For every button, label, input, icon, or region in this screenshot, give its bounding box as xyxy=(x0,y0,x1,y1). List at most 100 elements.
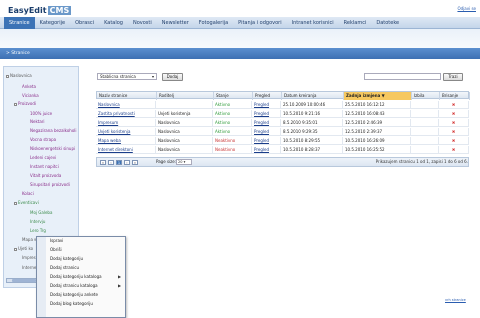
nav-tab-katalog[interactable]: Katalog xyxy=(99,17,128,29)
page-name-link[interactable]: Uvjeti koristenja xyxy=(96,128,156,136)
state-cell[interactable]: Aktivno xyxy=(213,101,252,109)
column-header-preview[interactable]: Pregled xyxy=(253,92,282,100)
tree-item[interactable]: Proizvodi xyxy=(14,101,36,106)
menu-item-add-blog-category[interactable]: Dodaj blog kategoriju xyxy=(50,300,93,308)
delete-icon[interactable]: ✖ xyxy=(439,137,469,145)
chevron-down-icon: ▾ xyxy=(151,74,154,79)
page-name-link[interactable]: Naslovnica xyxy=(96,101,156,109)
tree-item[interactable]: Ledeni cajevi xyxy=(30,155,56,160)
tree-item[interactable]: Ujeti ko xyxy=(14,246,33,251)
menu-item-add-catalog-category[interactable]: Dodaj kategoriju kataloga xyxy=(50,273,102,281)
page-name-link[interactable]: Internet direktoni xyxy=(96,146,156,154)
table-row: Naslovnica Aktivno Pregled 25.10.2009 10… xyxy=(96,101,469,109)
tree-item[interactable]: Kolaci xyxy=(22,191,34,196)
collapse-icon[interactable] xyxy=(14,201,17,205)
tree-item[interactable]: Intervju xyxy=(30,219,45,224)
menu-item-delete[interactable]: Obriši xyxy=(50,246,62,254)
last-page-button[interactable]: » xyxy=(132,160,138,165)
nav-tab-fotogalerija[interactable]: Fotogalerija xyxy=(194,17,233,29)
tree-item[interactable]: Niskoenergetski sinupi xyxy=(30,146,75,151)
search-input[interactable] xyxy=(364,73,441,80)
breadcrumb: > Stranice xyxy=(6,51,30,56)
expand-icon[interactable] xyxy=(14,247,17,251)
state-cell[interactable]: Aktivno xyxy=(213,110,252,118)
nav-tab-reklamci[interactable]: Reklamci xyxy=(339,17,372,29)
tree-item[interactable]: Lero Trg xyxy=(30,228,46,233)
tree-item[interactable]: Vitalt proizvoda xyxy=(30,173,61,178)
nav-tab-newsletter[interactable]: Newsletter xyxy=(157,17,194,29)
nav-tab-intranet[interactable]: Intranet korisnici xyxy=(287,17,339,29)
preview-link[interactable]: Pregled xyxy=(252,146,281,154)
nav-tab-obrasci[interactable]: Obrasci xyxy=(70,17,99,29)
first-page-button[interactable]: « xyxy=(100,160,106,165)
created-cell: 8.5.2010 9:35:01 xyxy=(281,119,343,127)
tree-item[interactable]: Vicianka xyxy=(22,93,39,98)
page-name-link[interactable]: Mapa weba xyxy=(96,137,156,145)
izbila-cell xyxy=(411,146,439,154)
page-number-button[interactable]: 1 xyxy=(116,160,122,165)
footer-link[interactable]: vrh stranice xyxy=(445,298,466,302)
collapse-icon[interactable] xyxy=(6,74,9,78)
menu-item-add-survey-category[interactable]: Dodaj kategoriju ankete xyxy=(50,291,98,299)
sidebar-scroll-thumb[interactable] xyxy=(12,279,36,282)
delete-icon[interactable]: ✖ xyxy=(439,101,469,109)
column-header-delete[interactable]: Brisanje xyxy=(440,92,470,100)
delete-icon[interactable]: ✖ xyxy=(439,146,469,154)
page-size-label: Page size: xyxy=(156,159,177,164)
delete-icon[interactable]: ✖ xyxy=(439,110,469,118)
izbila-cell xyxy=(411,101,439,109)
tree-item[interactable]: 100% juice xyxy=(30,111,52,116)
menu-item-add-catalog-page[interactable]: Dodaj stranicu kataloga xyxy=(50,282,98,290)
menu-item-add-category[interactable]: Dodaj kategoriju xyxy=(50,255,83,263)
preview-link[interactable]: Pregled xyxy=(252,137,281,145)
tree-item-naslovnica[interactable]: Naslovnica xyxy=(6,73,32,78)
state-cell[interactable]: Neaktivno xyxy=(213,137,252,145)
tree-item[interactable]: Eventicavi xyxy=(14,200,39,205)
nav-tab-novosti[interactable]: Novosti xyxy=(128,17,157,29)
tree-item[interactable]: Negazirana bezalkoholi xyxy=(30,128,77,133)
column-header-modified[interactable]: Zadnja izmjena ▼ xyxy=(344,92,412,100)
collapse-icon[interactable] xyxy=(14,102,17,106)
tree-item[interactable]: Sirupsitari proizvodi xyxy=(30,182,70,187)
search-button[interactable]: Trazi xyxy=(443,73,463,81)
preview-link[interactable]: Pregled xyxy=(252,119,281,127)
next-page-button[interactable]: › xyxy=(124,160,130,165)
page-size-select[interactable]: 20 ▾ xyxy=(176,159,192,165)
page-name-link[interactable]: Zastita privatnosti xyxy=(96,110,156,118)
column-header-parent[interactable]: Roditelj xyxy=(157,92,214,100)
preview-link[interactable]: Pregled xyxy=(252,101,281,109)
tree-item[interactable]: Instant napitci xyxy=(30,164,59,169)
state-cell[interactable]: Aktivno xyxy=(213,128,252,136)
menu-item-edit[interactable]: Ispravi xyxy=(50,237,63,245)
parent-cell: Naslovnica xyxy=(156,146,213,154)
tree-item[interactable]: Moj Galeba xyxy=(30,210,52,215)
tree-item[interactable]: Anketa xyxy=(22,84,36,89)
delete-icon[interactable]: ✖ xyxy=(439,119,469,127)
column-header-izbila[interactable]: Izbila xyxy=(412,92,440,100)
nav-tab-kategorije[interactable]: Kategorije xyxy=(35,17,70,29)
nav-tab-stranice[interactable]: Stranice xyxy=(4,16,35,29)
column-header-created[interactable]: Datum kreiranja xyxy=(282,92,344,100)
prev-page-button[interactable]: ‹ xyxy=(108,160,114,165)
nav-tab-datoteke[interactable]: Datoteke xyxy=(371,17,404,29)
column-header-state[interactable]: Stanje xyxy=(214,92,253,100)
created-cell: 10.5.2010 8:28:37 xyxy=(281,146,343,154)
state-cell[interactable]: Neaktivno xyxy=(213,146,252,154)
modified-cell: 10.5.2010 16:25:52 xyxy=(343,146,411,154)
table-row: Mapa weba Naslovnica Neaktivno Pregled 1… xyxy=(96,137,469,145)
preview-link[interactable]: Pregled xyxy=(252,128,281,136)
tree-item[interactable]: Nektari xyxy=(30,119,45,124)
nav-tab-pitanja[interactable]: Pitanja i odgovori xyxy=(233,17,286,29)
logout-link[interactable]: Odjavi se xyxy=(457,6,476,11)
modified-cell: 12.5.2010 2:46:39 xyxy=(343,119,411,127)
add-button[interactable]: Dodaj xyxy=(162,73,183,81)
parent-page-select[interactable]: Stablicna stranica ▾ xyxy=(97,73,157,80)
delete-icon[interactable]: ✖ xyxy=(439,128,469,136)
page-name-link[interactable]: Impresum xyxy=(96,119,156,127)
tree-item[interactable]: Vocna strapa xyxy=(30,137,56,142)
parent-cell: Naslovnica xyxy=(156,137,213,145)
column-header-name[interactable]: Naziv stranice xyxy=(97,92,157,100)
state-cell[interactable]: Aktivno xyxy=(213,119,252,127)
preview-link[interactable]: Pregled xyxy=(252,110,281,118)
menu-item-add-page[interactable]: Dodaj stranicu xyxy=(50,264,79,272)
